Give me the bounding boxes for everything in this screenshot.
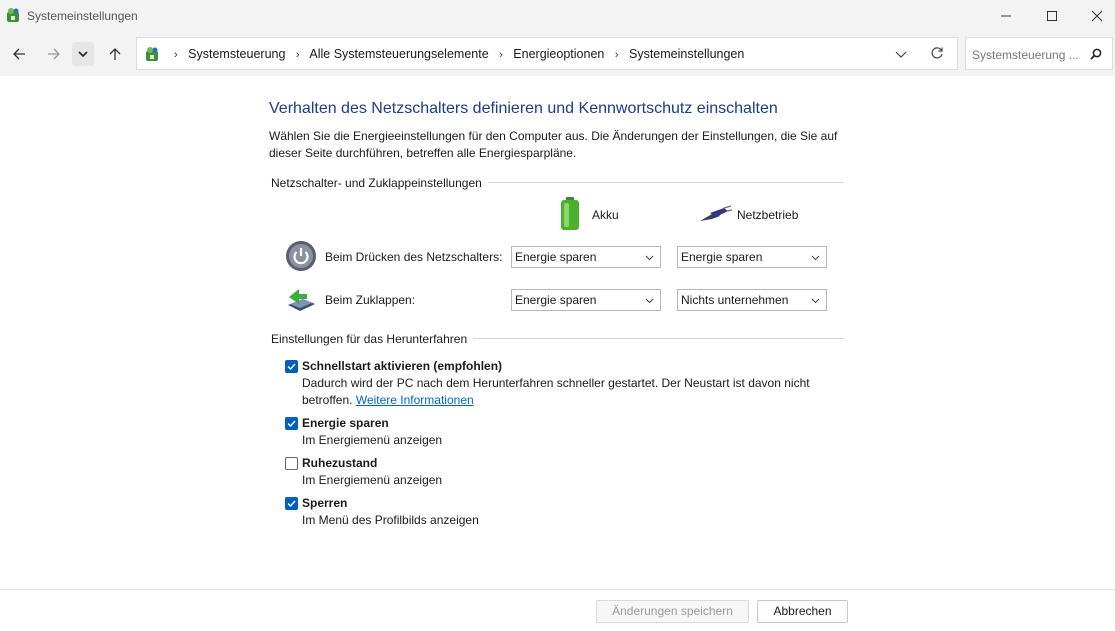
fast-startup-description: Dadurch wird der PC nach dem Herunterfah… [302, 375, 822, 409]
recent-locations-button[interactable] [72, 42, 94, 66]
column-battery-label: Akku [592, 208, 619, 222]
sleep-checkbox[interactable] [285, 417, 298, 430]
select-value: Energie sparen [515, 250, 597, 264]
breadcrumb-separator-icon: › [174, 49, 178, 61]
back-button[interactable] [7, 42, 31, 66]
refresh-icon[interactable] [930, 46, 944, 60]
hibernate-title[interactable]: Ruhezustand [302, 456, 377, 470]
column-plugged-label: Netzbetrieb [737, 208, 799, 222]
page-description: Wählen Sie die Energieeinstellungen für … [269, 129, 838, 160]
forward-button[interactable] [42, 42, 66, 66]
hibernate-description: Im Energiemenü anzeigen [302, 473, 443, 487]
sleep-description: Im Energiemenü anzeigen [302, 433, 443, 447]
fast-startup-checkbox[interactable] [285, 360, 298, 373]
chevron-down-icon [645, 255, 654, 261]
lid-close-plugged-select[interactable]: Nichts unternehmen [677, 289, 827, 311]
chevron-down-icon [645, 298, 654, 304]
breadcrumb: › Systemsteuerung › Alle Systemsteuerung… [167, 47, 744, 61]
title-bar: Systemeinstellungen [0, 0, 1115, 32]
address-bar[interactable]: › Systemsteuerung › Alle Systemsteuerung… [136, 37, 958, 70]
close-icon [1091, 10, 1103, 22]
checkmark-icon [287, 500, 296, 508]
lock-checkbox[interactable] [285, 497, 298, 510]
power-plug-icon [700, 205, 732, 221]
select-value: Energie sparen [681, 250, 763, 264]
chevron-down-icon [811, 298, 820, 304]
chevron-down-icon [78, 51, 88, 58]
laptop-lid-icon [288, 289, 315, 311]
maximize-button[interactable] [1029, 0, 1075, 32]
cancel-button[interactable]: Abbrechen [757, 600, 848, 623]
footer-bar: Änderungen speichern Abbrechen [0, 589, 1115, 631]
select-value: Energie sparen [515, 293, 597, 307]
save-changes-button[interactable]: Änderungen speichern [596, 600, 749, 623]
sleep-title[interactable]: Energie sparen [302, 416, 389, 430]
main-content: Verhalten des Netzschalters definieren u… [0, 76, 1115, 589]
arrow-right-icon [48, 48, 60, 60]
chevron-down-icon [811, 255, 820, 261]
power-button-battery-select[interactable]: Energie sparen [511, 246, 661, 268]
power-section-label: Netzschalter- und Zuklappeinstellungen [271, 176, 488, 190]
lid-close-battery-select[interactable]: Energie sparen [511, 289, 661, 311]
minimize-button[interactable] [983, 0, 1029, 32]
more-info-link[interactable]: Weitere Informationen [356, 393, 474, 407]
arrow-up-icon [109, 48, 121, 60]
lock-title[interactable]: Sperren [302, 496, 347, 510]
page-title: Verhalten des Netzschalters definieren u… [269, 100, 778, 117]
window-title: Systemeinstellungen [27, 9, 138, 23]
navigation-bar: › Systemsteuerung › Alle Systemsteuerung… [0, 32, 1115, 76]
breadcrumb-separator-icon[interactable]: › [296, 49, 300, 61]
close-button[interactable] [1074, 0, 1115, 32]
hibernate-checkbox[interactable] [285, 457, 298, 470]
arrow-left-icon [13, 48, 25, 60]
breadcrumb-item-systemsteuerung[interactable]: Systemsteuerung [188, 47, 285, 61]
search-icon[interactable] [1090, 48, 1102, 60]
address-history-chevron-icon[interactable] [894, 47, 908, 61]
lid-close-row-label: Beim Zuklappen: [325, 293, 416, 307]
breadcrumb-item-energieoptionen[interactable]: Energieoptionen [513, 47, 604, 61]
power-button-plugged-select[interactable]: Energie sparen [677, 246, 827, 268]
select-value: Nichts unternehmen [681, 293, 789, 307]
lock-description: Im Menü des Profilbilds anzeigen [302, 513, 479, 527]
search-box[interactable]: Systemsteuerung ... [965, 37, 1113, 70]
checkmark-icon [287, 420, 296, 428]
shutdown-section-label: Einstellungen für das Herunterfahren [271, 332, 474, 346]
battery-icon [561, 197, 579, 230]
breadcrumb-separator-icon[interactable]: › [615, 49, 619, 61]
up-button[interactable] [103, 42, 127, 66]
control-panel-icon [7, 8, 19, 22]
power-button-row-label: Beim Drücken des Netzschalters: [325, 250, 503, 264]
maximize-icon [1047, 11, 1057, 21]
minimize-icon [1001, 15, 1011, 17]
search-input[interactable]: Systemsteuerung ... [972, 48, 1079, 62]
power-button-icon [286, 241, 316, 271]
fast-startup-title[interactable]: Schnellstart aktivieren (empfohlen) [302, 359, 502, 373]
control-panel-icon [146, 47, 158, 61]
breadcrumb-item-systemeinstellungen[interactable]: Systemeinstellungen [629, 47, 744, 61]
checkmark-icon [287, 363, 296, 371]
breadcrumb-separator-icon[interactable]: › [499, 49, 503, 61]
breadcrumb-item-alle-elemente[interactable]: Alle Systemsteuerungselemente [309, 47, 488, 61]
